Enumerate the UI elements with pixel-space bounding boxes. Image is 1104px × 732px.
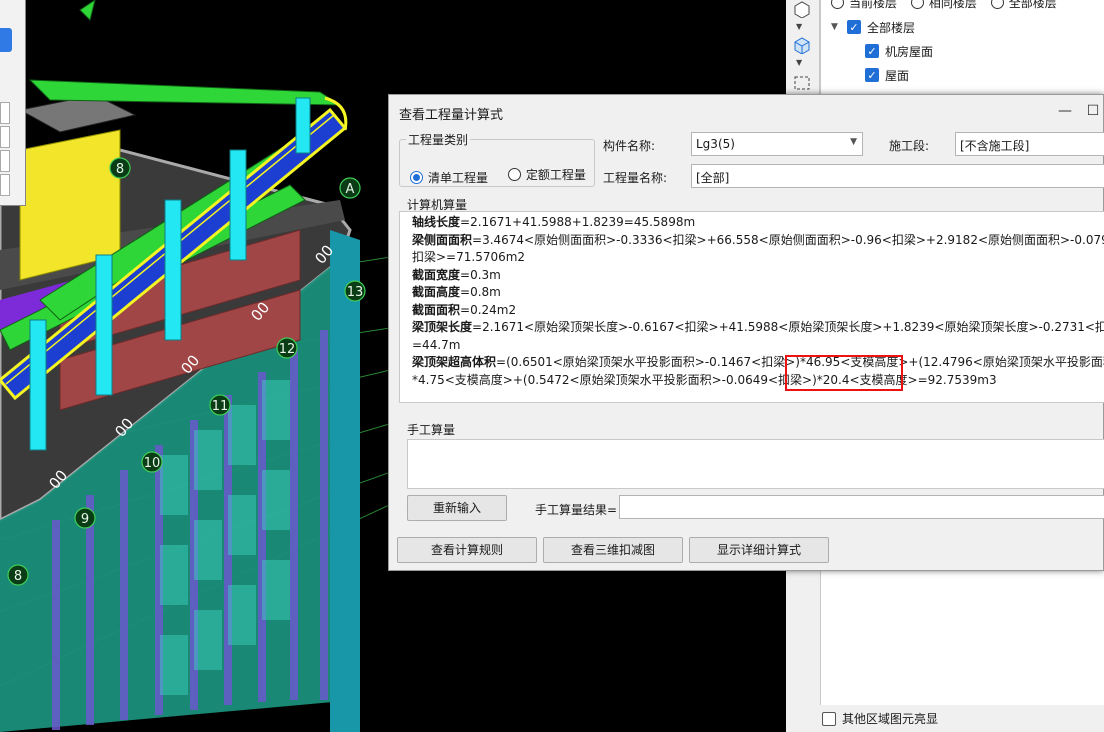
cube-view-icon[interactable] <box>792 0 812 18</box>
axis-marker-13: 13 <box>344 280 366 302</box>
reenter-button[interactable]: 重新输入 <box>407 495 507 521</box>
view-3d-deduction-button[interactable]: 查看三维扣减图 <box>543 537 683 563</box>
show-detail-formula-button[interactable]: 显示详细计算式 <box>689 537 829 563</box>
svg-text:12: 12 <box>279 342 296 357</box>
axis-marker-11: 11 <box>209 394 231 416</box>
formula-line: 梁顶架超高体积=(0.6501<原始梁顶架水平投影面积>-0.1467<扣梁>)… <box>412 355 1104 369</box>
quantity-type-group: 工程量类别 清单工程量 定额工程量 <box>399 131 595 187</box>
checkbox-icon[interactable] <box>822 711 836 726</box>
checkbox-icon[interactable]: ✓ <box>865 44 879 58</box>
chevron-down-icon[interactable]: ▼ <box>850 137 857 147</box>
formula-line: *4.75<支模高度>+(0.5472<原始梁顶架水平投影面积>-0.0649<… <box>412 372 997 387</box>
axis-marker-9: 9 <box>74 507 96 529</box>
formula-line: 梁侧面面积=3.4674<原始侧面面积>-0.3336<扣梁>+66.558<原… <box>412 232 1104 247</box>
tree-item-label: 全部楼层 <box>867 20 916 35</box>
manual-result-field[interactable] <box>619 495 1104 519</box>
chevron-down-icon[interactable]: ▼ <box>796 58 802 67</box>
chevron-down-icon[interactable]: ▼ <box>831 22 841 32</box>
axis-marker-12: 12 <box>276 337 298 359</box>
radio-quota-quantity[interactable]: 定额工程量 <box>507 166 586 183</box>
quantity-type-legend: 工程量类别 <box>408 133 469 147</box>
tree-item-machine-room-roof[interactable]: ✓ 机房屋面 <box>865 41 933 61</box>
svg-text:11: 11 <box>212 399 229 414</box>
svg-text:8: 8 <box>116 162 124 177</box>
svg-text:A: A <box>346 182 355 197</box>
computed-formula-box[interactable]: 轴线长度=2.1671+41.5988+1.8239=45.5898m 梁侧面面… <box>399 211 1104 403</box>
axis-marker-8-lower: 8 <box>7 564 29 586</box>
tree-item-all-floors[interactable]: ▼ ✓ 全部楼层 <box>831 17 915 37</box>
quantity-formula-dialog: 查看工程量计算式 — ☐ 工程量类别 清单工程量 定额工程量 构件名称: Lg3… <box>388 94 1104 571</box>
highlight-other-areas-label: 其他区域图元亮显 <box>842 712 939 726</box>
mini-panel-blue-button[interactable] <box>0 28 12 52</box>
minimize-button[interactable]: — <box>1055 101 1075 121</box>
formula-line: 轴线长度=2.1671+41.5988+1.8239=45.5898m <box>412 215 696 229</box>
formula-line: =44.7m <box>412 337 461 352</box>
manual-result-label: 手工算量结果= <box>535 503 618 517</box>
radio-current-floor[interactable]: 当前楼层 <box>831 0 897 11</box>
mini-panel-row[interactable] <box>0 102 10 124</box>
tree-item-label: 机房屋面 <box>885 44 934 59</box>
formula-line: 截面宽度=0.3m <box>412 267 501 282</box>
floor-scope-radios: 当前楼层 相同楼层 全部楼层 <box>831 0 1073 10</box>
mini-panel-row[interactable] <box>0 174 10 196</box>
dialog-title: 查看工程量计算式 <box>399 108 504 123</box>
svg-text:9: 9 <box>81 512 89 527</box>
checkbox-icon[interactable]: ✓ <box>847 20 861 34</box>
formula-line: 截面高度=0.8m <box>412 285 501 299</box>
radio-same-floor[interactable]: 相同楼层 <box>910 0 977 11</box>
component-name-label: 构件名称: <box>603 139 656 153</box>
axis-marker-8-upper: 8 <box>109 157 131 179</box>
view-toolbar: ▼ ▼ <box>786 0 820 100</box>
stage-select[interactable]: [不含施工段] <box>955 132 1104 156</box>
floating-mini-panel <box>0 0 26 206</box>
svg-text:8: 8 <box>14 569 22 584</box>
view-rules-button[interactable]: 查看计算规则 <box>397 537 537 563</box>
stage-label: 施工段: <box>889 139 930 153</box>
quantity-name-select[interactable]: [全部] <box>691 164 1104 188</box>
svg-text:13: 13 <box>347 285 364 300</box>
checkbox-icon[interactable]: ✓ <box>865 68 879 82</box>
mini-panel-row[interactable] <box>0 126 10 148</box>
tree-item-roof[interactable]: ✓ 屋面 <box>865 65 909 85</box>
axis-marker-a: A <box>339 177 361 199</box>
chevron-down-icon[interactable]: ▼ <box>796 22 802 31</box>
selection-box-icon[interactable] <box>792 74 812 92</box>
cube-solid-icon[interactable] <box>792 36 812 54</box>
manual-quantity-legend: 手工算量 <box>407 423 456 437</box>
maximize-button[interactable]: ☐ <box>1083 101 1103 121</box>
quantity-name-label: 工程量名称: <box>603 171 668 185</box>
svg-text:10: 10 <box>144 456 161 471</box>
formula-line: 扣梁>=71.5706m2 <box>412 250 526 264</box>
radio-all-floors[interactable]: 全部楼层 <box>990 0 1057 11</box>
component-name-select[interactable]: Lg3(5) ▼ <box>691 132 863 156</box>
axis-marker-10: 10 <box>141 451 163 473</box>
radio-bill-quantity[interactable]: 清单工程量 <box>410 169 488 186</box>
manual-quantity-input[interactable] <box>407 439 1104 489</box>
highlight-other-areas-option[interactable]: 其他区域图元亮显 <box>822 710 938 727</box>
tree-item-label: 屋面 <box>885 68 910 83</box>
formula-line: 截面面积=0.24m2 <box>412 302 517 317</box>
formula-line: 梁顶架长度=2.1671<原始梁顶架长度>-0.6167<扣梁>+41.5988… <box>412 320 1104 334</box>
mini-panel-row[interactable] <box>0 150 10 172</box>
